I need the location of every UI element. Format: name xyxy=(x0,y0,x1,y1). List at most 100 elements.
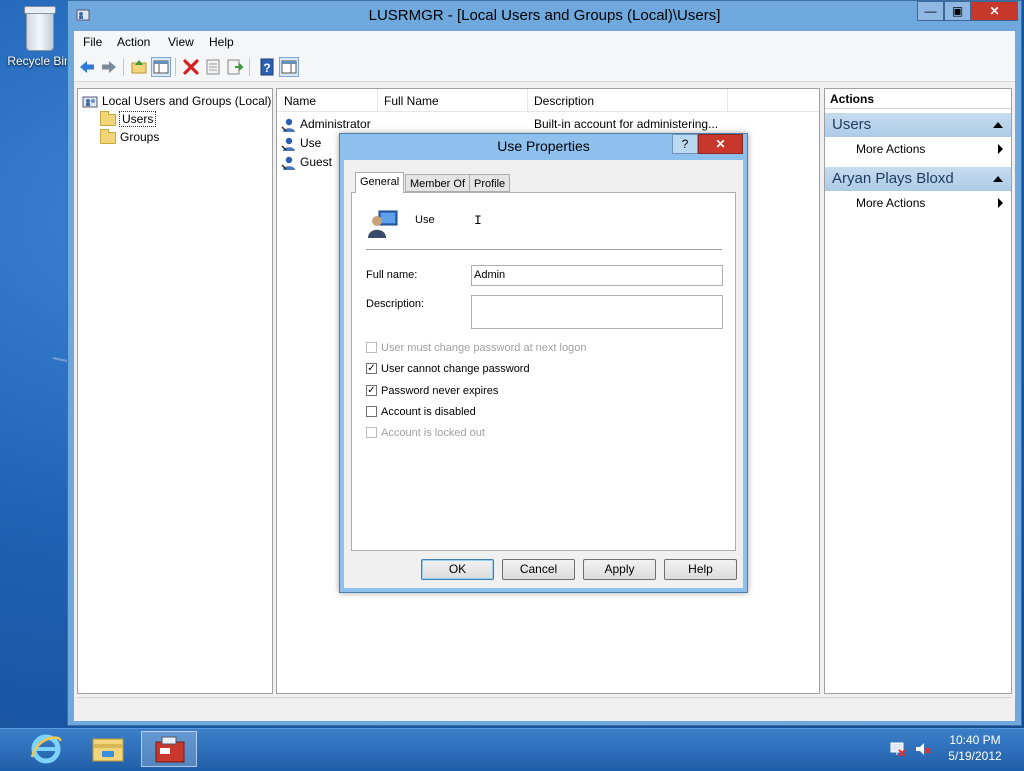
checkbox-unchecked xyxy=(366,426,377,438)
back-button[interactable] xyxy=(77,57,97,77)
user-icon xyxy=(281,118,295,132)
column-header-full-name[interactable]: Full Name xyxy=(384,94,439,108)
checkmark-icon: ✓ xyxy=(366,362,377,374)
clock-date: 5/19/2012 xyxy=(948,749,1002,763)
checkmark-icon: ✓ xyxy=(366,384,377,396)
apply-button[interactable]: Apply xyxy=(583,559,656,580)
checkbox-unchecked xyxy=(366,341,377,353)
export-list-button[interactable] xyxy=(225,57,245,77)
taskbar-computer-management[interactable] xyxy=(141,731,197,767)
network-icon[interactable] xyxy=(889,740,907,761)
tree-item-users[interactable]: Users xyxy=(100,110,157,128)
general-tab-page: Use I Full name: Admin Description: User… xyxy=(351,192,736,551)
password-never-expires-checkbox[interactable]: ✓ Password never expires xyxy=(366,384,498,400)
column-header-name[interactable]: Name xyxy=(284,94,316,108)
menu-file[interactable]: File xyxy=(83,35,102,49)
account-disabled-checkbox[interactable]: Account is disabled xyxy=(366,405,476,421)
actions-pane: Actions Users More Actions Aryan Plays B… xyxy=(824,88,1012,694)
must-change-password-checkbox[interactable]: User must change password at next logon xyxy=(366,341,586,357)
clock[interactable]: 10:40 PM 5/19/2012 xyxy=(948,733,1002,763)
file-explorer-icon xyxy=(92,738,124,762)
collapse-up-icon[interactable] xyxy=(993,122,1003,128)
folder-icon xyxy=(100,128,116,144)
dialog-body: General Member Of Profile Use I Full nam… xyxy=(344,160,743,588)
properties-icon xyxy=(206,59,220,75)
taskbar-file-explorer[interactable] xyxy=(80,731,136,767)
title-bar[interactable]: LUSRMGR - [Local Users and Groups (Local… xyxy=(68,1,1021,31)
actions-group-title: Aryan Plays Bloxd xyxy=(832,170,954,187)
description-label: Description: xyxy=(366,298,425,310)
ok-button[interactable]: OK xyxy=(421,559,494,580)
help-book-icon: ? xyxy=(260,58,274,76)
tree-item-groups[interactable]: Groups xyxy=(100,128,160,146)
volume-muted-icon[interactable] xyxy=(914,740,932,761)
toolbar-separator xyxy=(123,58,124,76)
collapse-up-icon[interactable] xyxy=(993,176,1003,182)
full-name-field[interactable]: Admin xyxy=(471,265,723,286)
column-divider[interactable] xyxy=(727,89,728,111)
more-actions-users[interactable]: More Actions xyxy=(825,139,1011,159)
taskbar-internet-explorer[interactable] xyxy=(18,731,74,767)
delete-button[interactable] xyxy=(181,57,201,77)
tab-general[interactable]: General xyxy=(355,172,405,193)
question-icon: ? xyxy=(681,137,689,151)
recycle-bin[interactable]: Recycle Bin xyxy=(6,6,72,68)
maximize-button[interactable]: ▣ xyxy=(944,1,971,21)
close-button[interactable]: ✕ xyxy=(971,1,1018,21)
more-actions-label: More Actions xyxy=(856,196,926,210)
menu-action[interactable]: Action xyxy=(117,35,150,49)
account-locked-checkbox[interactable]: Account is locked out xyxy=(366,426,485,442)
computer-management-icon xyxy=(155,736,185,763)
close-icon: ✕ xyxy=(715,137,726,151)
actions-group-user[interactable]: Aryan Plays Bloxd xyxy=(825,167,1011,191)
menu-view[interactable]: View xyxy=(168,35,194,49)
maximize-icon: ▣ xyxy=(951,4,964,18)
description-field[interactable] xyxy=(471,295,723,329)
user-properties-dialog: Use Properties ? ✕ General Member Of Pro… xyxy=(339,133,748,593)
column-divider[interactable] xyxy=(377,89,378,111)
full-name-label: Full name: xyxy=(366,269,418,281)
forward-button[interactable] xyxy=(99,57,119,77)
forward-arrow-icon xyxy=(102,61,116,73)
minimize-icon: — xyxy=(924,4,937,18)
help-button[interactable]: ? xyxy=(257,57,277,77)
tree-item-label: Groups xyxy=(120,130,160,144)
show-hide-action-pane-button[interactable] xyxy=(279,57,299,77)
properties-button[interactable] xyxy=(203,57,223,77)
svg-text:?: ? xyxy=(263,61,270,75)
dialog-help-button[interactable]: ? xyxy=(672,134,698,154)
console-tree: Local Users and Groups (Local) Users Gro… xyxy=(77,88,273,694)
recycle-bin-label: Recycle Bin xyxy=(7,54,71,68)
table-row[interactable]: Use xyxy=(281,134,321,153)
table-row[interactable]: Administrator Built-in account for admin… xyxy=(281,115,718,134)
tree-root[interactable]: Local Users and Groups (Local) xyxy=(82,93,271,110)
user-icon xyxy=(281,137,295,151)
column-header-description[interactable]: Description xyxy=(534,94,594,108)
checkbox-unchecked xyxy=(366,405,377,417)
menu-help[interactable]: Help xyxy=(209,35,234,49)
toolbar-separator xyxy=(249,58,250,76)
close-icon: ✕ xyxy=(989,4,1000,18)
actions-group-users[interactable]: Users xyxy=(825,113,1011,137)
cancel-button[interactable]: Cancel xyxy=(502,559,575,580)
help-dialog-button[interactable]: Help xyxy=(664,559,737,580)
full-name-value: Admin xyxy=(474,269,506,281)
export-list-icon xyxy=(227,59,244,75)
checkbox-label: Account is disabled xyxy=(381,406,476,418)
tab-member-of[interactable]: Member Of xyxy=(405,174,471,192)
table-row[interactable]: Guest xyxy=(281,153,332,172)
minimize-button[interactable]: — xyxy=(917,1,944,21)
more-actions-user[interactable]: More Actions xyxy=(825,193,1011,213)
show-hide-tree-button[interactable] xyxy=(151,57,171,77)
row-name: Administrator xyxy=(300,117,371,131)
up-level-button[interactable] xyxy=(129,57,149,77)
toolbar: ? xyxy=(74,53,1015,82)
tab-profile[interactable]: Profile xyxy=(469,174,511,192)
column-divider[interactable] xyxy=(527,89,528,111)
user-avatar-icon xyxy=(368,210,398,238)
clock-time: 10:40 PM xyxy=(949,733,1001,747)
text-cursor-icon: I xyxy=(474,213,482,228)
cannot-change-password-checkbox[interactable]: ✓ User cannot change password xyxy=(366,362,530,378)
dialog-close-button[interactable]: ✕ xyxy=(698,134,743,154)
checkbox-label: Password never expires xyxy=(381,385,499,397)
